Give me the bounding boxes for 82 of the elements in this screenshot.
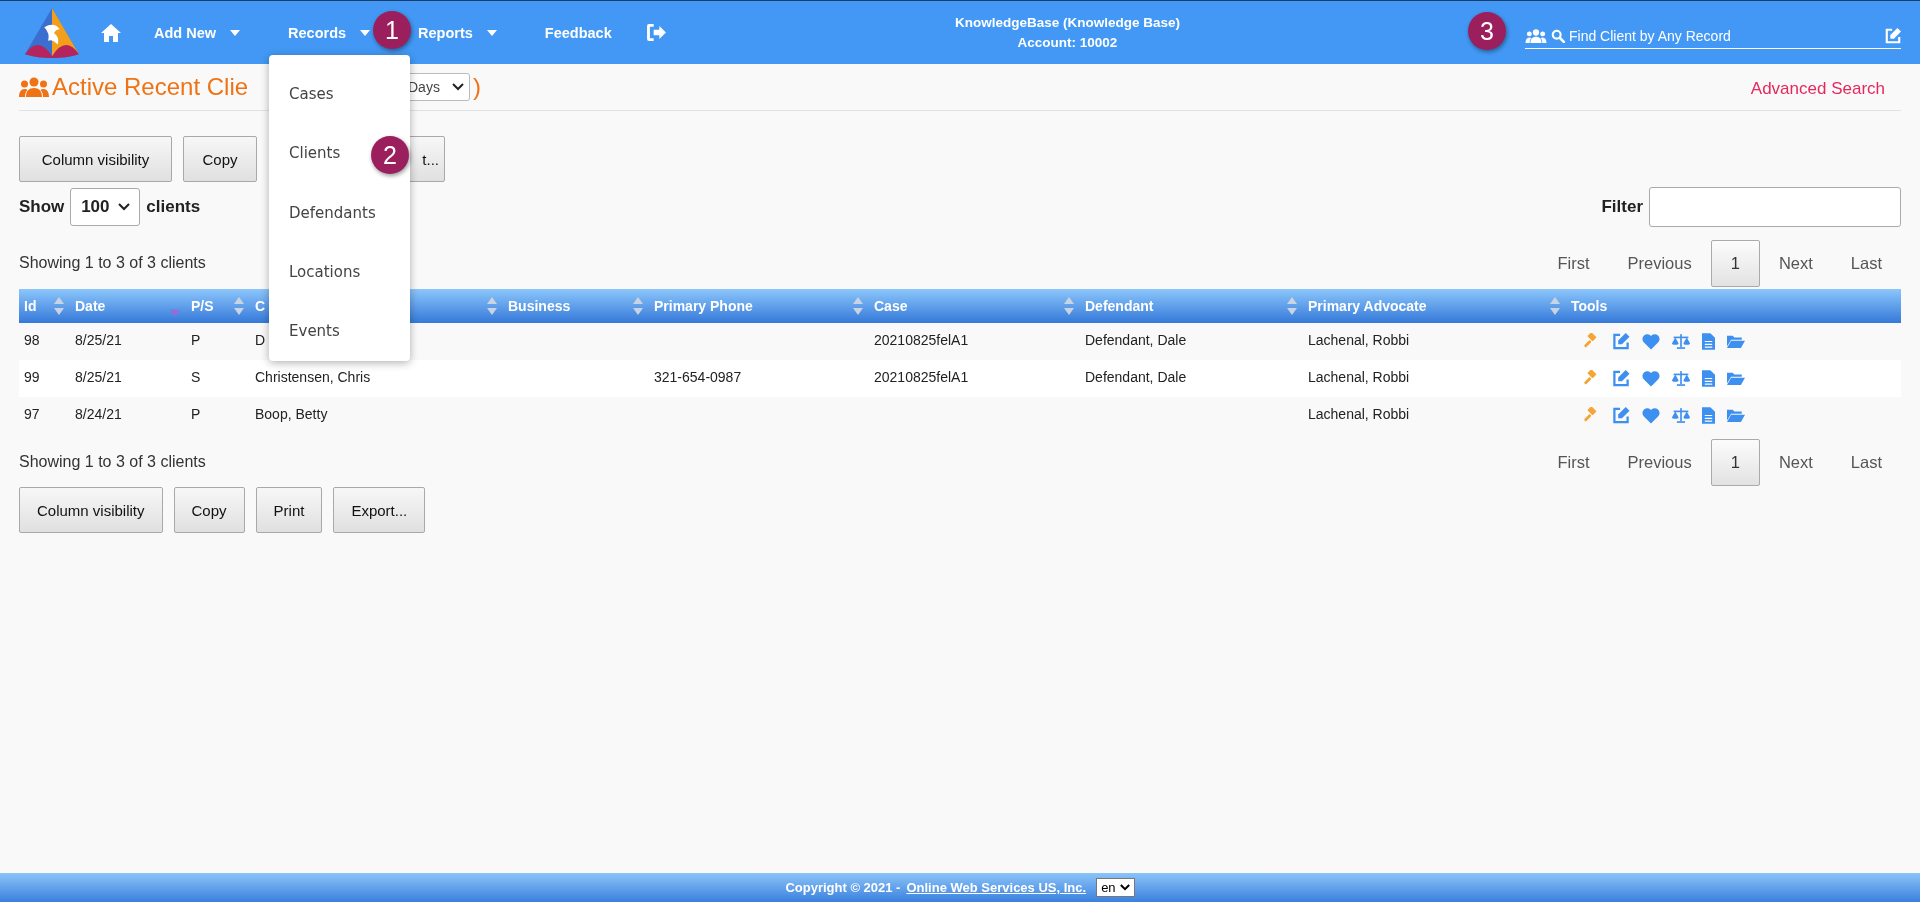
filter-field[interactable] (1649, 187, 1901, 227)
table-cell: 8/24/21 (75, 406, 122, 422)
caret-icon (360, 29, 371, 36)
toolbar-button[interactable]: Copy (173, 487, 245, 533)
pagination-link[interactable]: Next (1759, 239, 1832, 287)
filter-label: Filter (1601, 197, 1643, 217)
table-info: Showing 1 to 3 of 3 clients (19, 254, 206, 272)
table-cell: 8/25/21 (75, 369, 122, 385)
toolbar-button[interactable]: Column visibility (19, 487, 163, 533)
heart-icon[interactable] (1642, 407, 1660, 424)
table-cell: 98 (24, 332, 40, 348)
table-cell: P (191, 332, 201, 348)
toolbar-button[interactable]: Print (255, 487, 323, 533)
pagination-link[interactable]: First (1538, 438, 1609, 486)
page-title: Active Recent Clie (52, 73, 249, 101)
copyright-text: Copyright © 2021 - (785, 880, 901, 895)
table-cell: Lachenal, Robbi (1308, 332, 1410, 348)
chevron-icon (117, 203, 130, 211)
edit-icon[interactable] (1612, 407, 1630, 424)
table-cell: P (191, 406, 201, 422)
table-cell: S (191, 369, 201, 385)
scales-icon[interactable] (1672, 370, 1690, 387)
pagination-link[interactable]: First (1538, 239, 1609, 287)
users-icon (1525, 29, 1547, 43)
scales-icon[interactable] (1672, 333, 1690, 350)
table-cell: 321-654-0987 (654, 369, 742, 385)
table-cell: 20210825felA1 (874, 332, 969, 348)
language-select[interactable]: en (1096, 878, 1135, 897)
toolbar-button[interactable]: Column visibility (19, 136, 172, 182)
account-name: KnowledgeBase (Knowledge Base) (953, 13, 1181, 32)
edit-icon[interactable] (1612, 370, 1630, 387)
menu-item[interactable]: Clients (289, 144, 341, 163)
account-number: Account: 10002 (1016, 33, 1119, 52)
pagination-link[interactable]: Previous (1608, 438, 1711, 486)
advanced-search-link[interactable]: Advanced Search (1750, 79, 1885, 99)
table-cell: Christensen, Chris (255, 369, 371, 385)
table-cell: Defendant, Dale (1085, 332, 1187, 348)
document-icon[interactable] (1702, 333, 1715, 350)
menu-item[interactable]: Locations (289, 262, 361, 281)
menu-item[interactable]: Events (289, 322, 340, 341)
pagination-link[interactable]: Last (1831, 438, 1901, 486)
caret-icon (230, 29, 241, 36)
clients-label: clients (146, 197, 201, 217)
table-cell: 20210825felA1 (874, 369, 969, 385)
search-field[interactable]: Find Client by Any Record (1569, 26, 1881, 46)
folder-icon[interactable] (1727, 333, 1745, 350)
document-icon[interactable] (1702, 407, 1715, 424)
menu-item[interactable]: Defendants (289, 203, 376, 222)
table-cell: Lachenal, Robbi (1308, 406, 1410, 422)
toolbar-button[interactable]: Export... (333, 487, 426, 533)
table-cell: Lachenal, Robbi (1308, 369, 1410, 385)
logout-icon[interactable] (646, 24, 666, 41)
menu-item[interactable]: Cases (289, 84, 334, 103)
users-icon (19, 77, 49, 97)
folder-icon[interactable] (1727, 407, 1745, 424)
table-cell: Defendant, Dale (1085, 369, 1187, 385)
edit-icon[interactable] (1612, 333, 1630, 350)
pagination-link[interactable]: Next (1759, 438, 1832, 486)
table-cell: 97 (24, 406, 40, 422)
heart-icon[interactable] (1642, 370, 1660, 387)
pagination-link[interactable]: 1 (1710, 239, 1760, 287)
home-icon[interactable] (101, 23, 121, 42)
pagination-link[interactable]: Last (1831, 239, 1901, 287)
scales-icon[interactable] (1672, 407, 1690, 424)
table-cell: 99 (24, 369, 40, 385)
document-icon[interactable] (1702, 370, 1715, 387)
search-icon (1551, 29, 1565, 43)
chevron-icon (1119, 884, 1130, 891)
show-label: Show (19, 197, 65, 217)
heart-icon[interactable] (1642, 333, 1660, 350)
folder-icon[interactable] (1727, 370, 1745, 387)
caret-icon (486, 29, 497, 36)
toolbar-button[interactable]: Copy (183, 136, 257, 182)
pagination-link[interactable]: 1 (1710, 438, 1760, 486)
table-info: Showing 1 to 3 of 3 clients (19, 453, 206, 471)
page-size-select[interactable]: 100 (70, 188, 141, 226)
table-cell: D (255, 332, 266, 348)
table-cell: 8/25/21 (75, 332, 122, 348)
title-paren: ) (473, 73, 481, 101)
pagination-link[interactable]: Previous (1608, 239, 1711, 287)
table-cell: Boop, Betty (255, 406, 328, 422)
chevron-icon (451, 83, 464, 91)
